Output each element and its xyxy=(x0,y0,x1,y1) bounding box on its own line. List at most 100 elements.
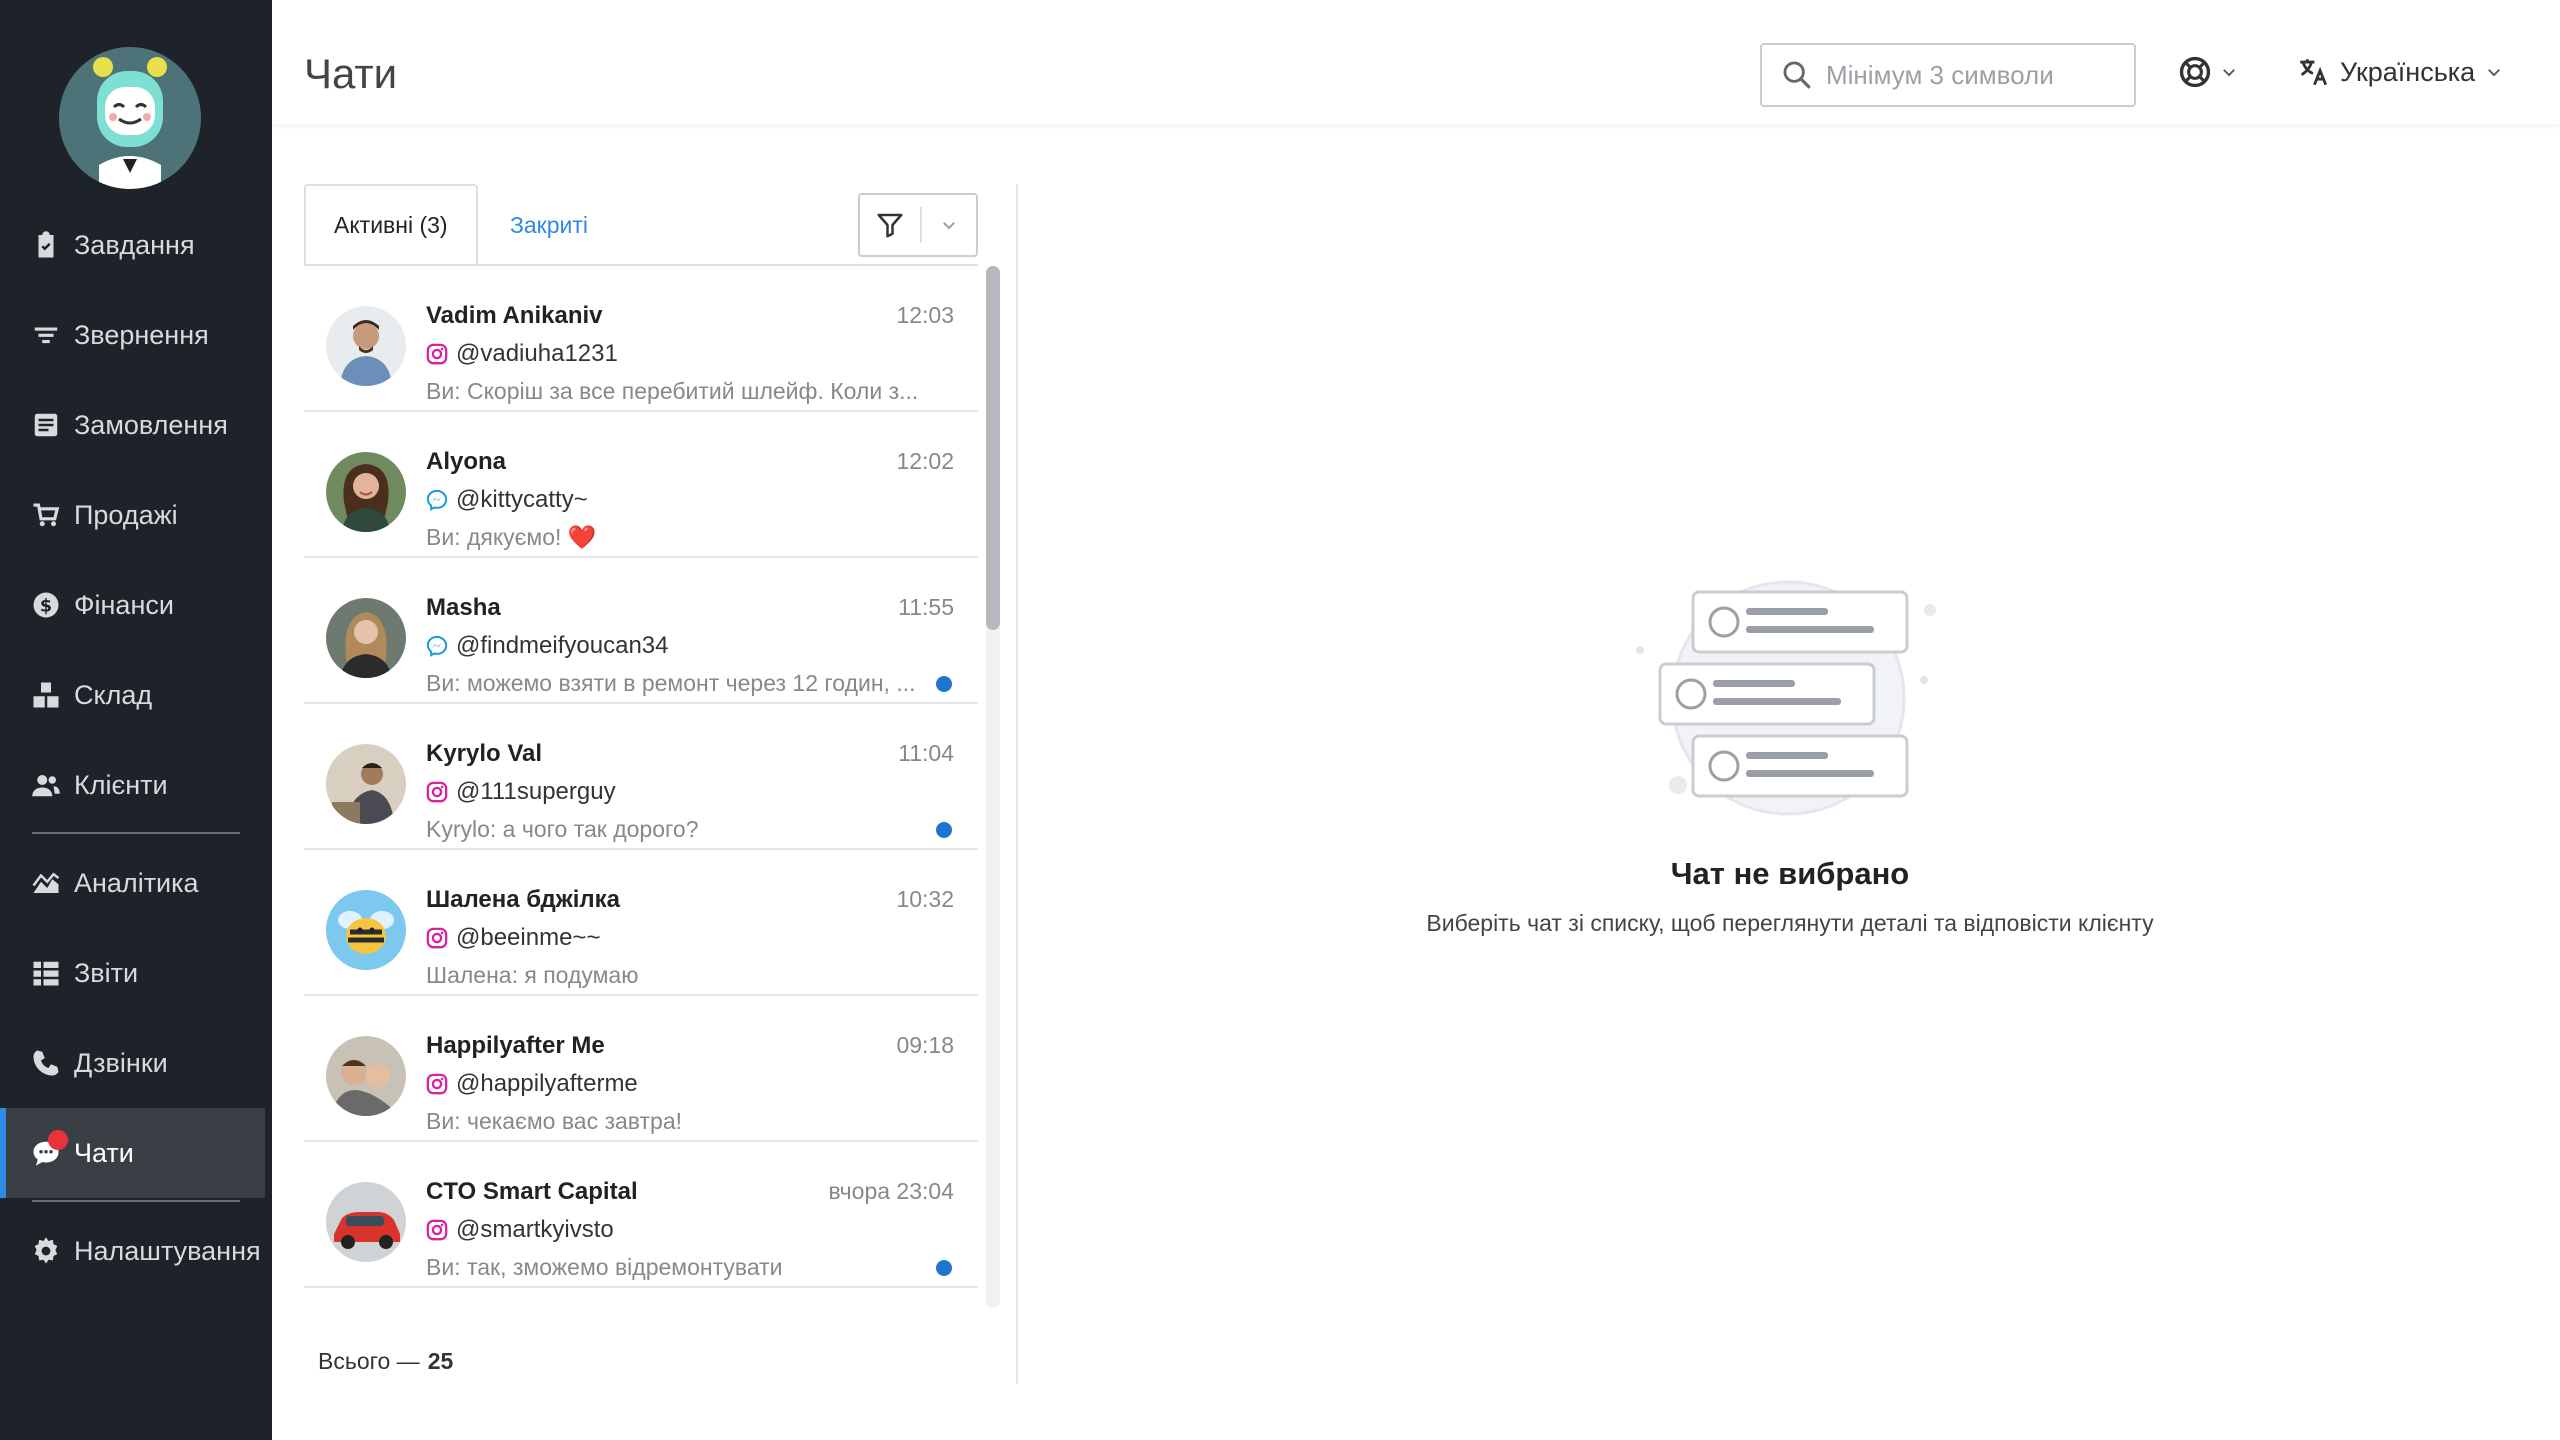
chat-last-message: Ви: так, зможемо відремонтувати xyxy=(426,1254,783,1280)
translate-icon xyxy=(2300,59,2328,86)
sidebar-item-label: Клієнти xyxy=(74,769,168,800)
chat-name: Masha xyxy=(426,594,501,621)
sidebar-item-settings[interactable]: Налаштування xyxy=(0,1206,272,1296)
instagram-icon xyxy=(426,1073,448,1095)
clipboard-check-icon xyxy=(30,229,62,261)
filter-button[interactable] xyxy=(858,193,978,257)
unread-indicator xyxy=(936,1260,952,1276)
lifebuoy-icon xyxy=(2179,56,2211,88)
language-select[interactable]: Українська xyxy=(2296,55,2503,89)
chat-list-item[interactable]: Alyona 12:02 @kittycatty~ Ви: дякуємо! ❤… xyxy=(304,412,978,558)
tab-closed[interactable]: Закриті xyxy=(482,184,616,266)
chat-last-message: Kyrylo: а чого так дорого? xyxy=(426,816,699,842)
sidebar-item-label: Продажі xyxy=(74,499,178,530)
chevron-down-icon xyxy=(943,222,955,230)
avatar xyxy=(326,1182,406,1262)
chat-list-item[interactable]: Happilyafter Me 09:18 @happilyafterme Ви… xyxy=(304,996,978,1142)
order-list-icon xyxy=(30,409,62,441)
chat-handle-text: @beeinme~~ xyxy=(456,924,601,951)
tab-active[interactable]: Активні (3) xyxy=(304,184,478,266)
sidebar-item-clients[interactable]: Клієнти xyxy=(0,740,272,830)
sidebar-item-finance[interactable]: $ Фінанси xyxy=(0,560,272,650)
area-chart-icon xyxy=(30,867,62,899)
sidebar: Завдання Звернення Замовлення Продажі $ … xyxy=(0,0,272,1440)
filter-icon xyxy=(877,213,903,238)
messenger-icon xyxy=(426,635,448,657)
chat-name: Happilyafter Me xyxy=(426,1032,605,1059)
chat-list-item[interactable]: Masha 11:55 @findmeifyoucan34 Ви: можемо… xyxy=(304,558,978,704)
chat-list-item[interactable]: Vadim Anikaniv 12:03 @vadiuha1231 Ви: Ск… xyxy=(304,266,978,412)
chat-handle: @vadiuha1231 xyxy=(426,340,618,368)
empty-state-subtitle: Виберіть чат зі списку, щоб переглянути … xyxy=(1426,910,2154,936)
chat-list: Vadim Anikaniv 12:03 @vadiuha1231 Ви: Ск… xyxy=(304,266,978,1308)
chat-handle-text: @smartkyivsto xyxy=(456,1216,614,1243)
chat-list-scrollbar[interactable] xyxy=(986,266,1000,1308)
search-box[interactable] xyxy=(1760,43,2136,107)
instagram-icon xyxy=(426,781,448,803)
chat-handle: @smartkyivsto xyxy=(426,1216,614,1244)
sidebar-item-label: Дзвінки xyxy=(74,1047,168,1078)
sidebar-item-requests[interactable]: Звернення xyxy=(0,290,272,380)
chat-handle: @kittycatty~ xyxy=(426,486,588,514)
search-input[interactable] xyxy=(1826,59,2116,91)
sidebar-item-label: Склад xyxy=(74,679,153,710)
table-report-icon xyxy=(30,957,62,989)
chat-list-item[interactable]: Шалена бджілка 10:32 @beeinme~~ Шалена: … xyxy=(304,850,978,996)
chat-list-item[interactable]: Kyrylo Val 11:04 @111superguy Kyrylo: а … xyxy=(304,704,978,850)
sidebar-item-sales[interactable]: Продажі xyxy=(0,470,272,560)
filter-lines-icon xyxy=(30,319,62,351)
avatar xyxy=(326,452,406,532)
sidebar-item-warehouse[interactable]: Склад xyxy=(0,650,272,740)
sidebar-item-label: Завдання xyxy=(74,229,195,260)
chat-last-message: Ви: Скоріш за все перебитий шлейф. Коли … xyxy=(426,378,919,404)
sidebar-item-label: Аналітика xyxy=(74,867,199,898)
chat-time: вчора 23:04 xyxy=(828,1178,955,1204)
chat-handle: @beeinme~~ xyxy=(426,924,600,952)
avatar xyxy=(326,1036,406,1116)
chat-last-message: Шалена: я подумаю xyxy=(426,962,639,988)
sidebar-item-reports[interactable]: Звіти xyxy=(0,928,272,1018)
sidebar-item-analytics[interactable]: Аналітика xyxy=(0,838,272,928)
sidebar-item-label: Замовлення xyxy=(74,409,228,440)
chat-handle-text: @happilyafterme xyxy=(456,1070,638,1097)
empty-chat-illustration xyxy=(1620,570,1950,830)
sidebar-item-label: Фінанси xyxy=(74,589,174,620)
instagram-icon xyxy=(426,927,448,949)
notification-badge xyxy=(48,1130,68,1150)
unread-indicator xyxy=(936,822,952,838)
chat-handle-text: @111superguy xyxy=(456,778,616,805)
chat-list-item[interactable]: CTO Smart Capital вчора 23:04 @smartkyiv… xyxy=(304,1142,978,1288)
chat-time: 11:55 xyxy=(898,594,954,620)
sidebar-item-tasks[interactable]: Завдання xyxy=(0,200,272,290)
help-menu-button[interactable] xyxy=(2178,55,2238,89)
chat-name: Vadim Anikaniv xyxy=(426,302,603,329)
chat-name: Шалена бджілка xyxy=(426,886,621,913)
scrollbar-thumb[interactable] xyxy=(986,266,1000,630)
chat-handle: @happilyafterme xyxy=(426,1070,638,1098)
search-icon xyxy=(1783,61,1811,89)
phone-icon xyxy=(30,1047,62,1079)
chat-time: 09:18 xyxy=(896,1032,954,1058)
chat-last-message: Ви: можемо взяти в ремонт через 12 годин… xyxy=(426,670,916,696)
tab-label: Активні (3) xyxy=(334,211,448,238)
sidebar-item-label: Звіти xyxy=(74,957,139,988)
chat-name: Alyona xyxy=(426,448,507,475)
sidebar-item-chats[interactable]: Чати xyxy=(0,1108,265,1198)
avatar xyxy=(326,890,406,970)
app-logo[interactable] xyxy=(59,47,201,189)
avatar xyxy=(326,598,406,678)
avatar xyxy=(326,744,406,824)
users-icon xyxy=(30,769,62,801)
unread-indicator xyxy=(936,676,952,692)
chat-time: 10:32 xyxy=(896,886,954,912)
chat-last-message: Ви: чекаємо вас завтра! xyxy=(426,1108,683,1134)
avatar xyxy=(326,306,406,386)
sidebar-item-calls[interactable]: Дзвінки xyxy=(0,1018,272,1108)
chevron-down-icon xyxy=(2488,69,2501,77)
svg-text:$: $ xyxy=(40,596,52,616)
sidebar-item-label: Звернення xyxy=(74,319,209,350)
sidebar-divider xyxy=(32,1200,240,1202)
sidebar-item-orders[interactable]: Замовлення xyxy=(0,380,272,470)
empty-state-title: Чат не вибрано xyxy=(1670,856,1910,891)
instagram-icon xyxy=(426,1219,448,1241)
